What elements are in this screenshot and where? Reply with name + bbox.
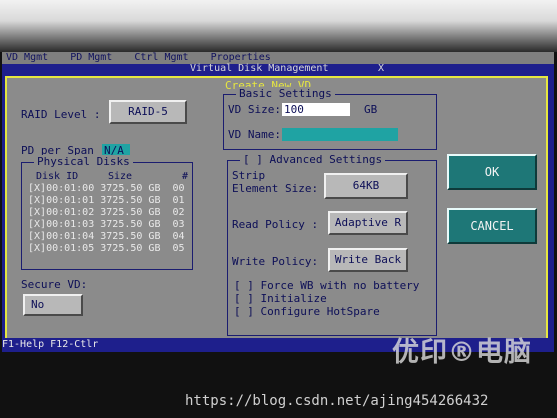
advanced-settings-title[interactable]: [ ] Advanced Settings: [240, 153, 386, 167]
close-icon[interactable]: X: [378, 64, 384, 74]
write-policy-label: Write Policy:: [232, 255, 319, 268]
vd-name-input[interactable]: [282, 128, 398, 141]
disk-row[interactable]: [X]00:01:01 3725.50 GB 01: [28, 195, 185, 206]
watermark-url: https://blog.csdn.net/ajing454266432: [185, 393, 489, 409]
advanced-settings-panel: [ ] Advanced Settings Strip Element Size…: [227, 153, 437, 336]
window-titlebar: Virtual Disk Management X: [2, 64, 554, 74]
watermark-brand: 优印®电脑: [392, 337, 532, 368]
strip-label: Strip: [232, 169, 266, 182]
raid-level-label: RAID Level :: [21, 108, 101, 121]
read-policy-select[interactable]: Adaptive R: [328, 211, 408, 235]
element-size-select[interactable]: 64KB: [324, 173, 408, 199]
initialize-checkbox[interactable]: [ ] Initialize: [234, 292, 327, 305]
col-size: Size: [108, 171, 133, 182]
menu-vd-mgmt[interactable]: VD Mgmt: [6, 52, 48, 64]
disk-row[interactable]: [X]00:01:00 3725.50 GB 00: [28, 183, 185, 194]
disk-list: [X]00:01:00 3725.50 GB 00 [X]00:01:01 37…: [28, 183, 188, 263]
ok-button[interactable]: OK: [447, 154, 537, 190]
col-disk-id: Disk ID: [36, 171, 79, 182]
physical-disks-title: Physical Disks: [34, 155, 133, 169]
basic-settings-panel: Basic Settings VD Size: 100 GB VD Name:: [223, 87, 437, 150]
read-policy-label: Read Policy :: [232, 218, 319, 231]
col-number: #: [182, 171, 189, 182]
create-vd-dialog: Create New VD RAID Level : RAID-5 PD per…: [5, 76, 548, 344]
vd-size-unit: GB: [364, 103, 378, 116]
vd-size-label: VD Size:: [228, 103, 281, 116]
secure-vd-label: Secure VD:: [21, 278, 88, 291]
element-size-label: Element Size:: [232, 182, 319, 195]
bios-screen: VD Mgmt PD Mgmt Ctrl Mgmt Properties Vir…: [2, 52, 554, 352]
menu-ctrl-mgmt[interactable]: Ctrl Mgmt: [134, 52, 188, 64]
vd-name-label: VD Name:: [228, 128, 281, 141]
force-wb-checkbox[interactable]: [ ] Force WB with no battery: [234, 279, 419, 292]
vd-size-input[interactable]: 100: [282, 103, 350, 116]
raid-level-select[interactable]: RAID-5: [109, 100, 187, 124]
monitor-bezel: [0, 0, 557, 52]
menu-pd-mgmt[interactable]: PD Mgmt: [70, 52, 112, 64]
basic-settings-title: Basic Settings: [236, 87, 335, 101]
disk-row[interactable]: [X]00:01:04 3725.50 GB 04: [28, 231, 185, 242]
window-title: Virtual Disk Management: [190, 63, 329, 74]
cancel-button[interactable]: CANCEL: [447, 208, 537, 244]
write-policy-select[interactable]: Write Back: [328, 248, 408, 272]
secure-vd-select[interactable]: No: [23, 294, 83, 316]
physical-disks-panel: Physical Disks Disk ID Size # [X]00:01:0…: [21, 155, 193, 270]
disk-row[interactable]: [X]00:01:05 3725.50 GB 05: [28, 243, 185, 254]
disk-row[interactable]: [X]00:01:02 3725.50 GB 02: [28, 207, 185, 218]
configure-hotspare-checkbox[interactable]: [ ] Configure HotSpare: [234, 305, 380, 318]
disk-row[interactable]: [X]00:01:03 3725.50 GB 03: [28, 219, 185, 230]
